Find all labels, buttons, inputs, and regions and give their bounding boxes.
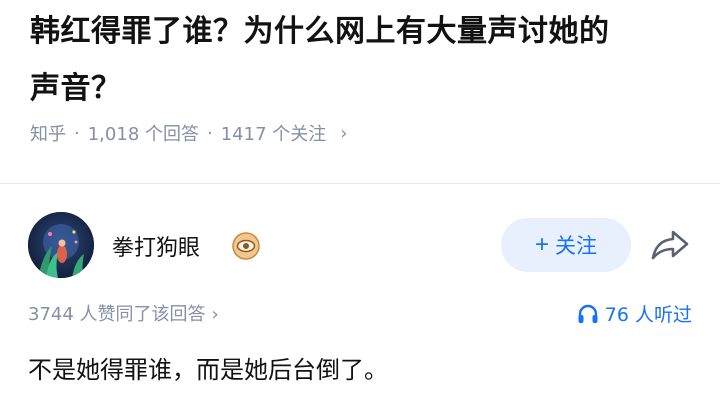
stats-row: 3744 人赞同了该回答 › 76 人听过 xyxy=(28,300,692,330)
plus-icon: + xyxy=(534,231,549,258)
question-title[interactable]: 韩红得罪了谁？为什么网上有大量声讨她的 声音？ xyxy=(30,4,700,116)
avatar-image xyxy=(28,212,94,278)
follow-button[interactable]: + 关注 xyxy=(501,218,631,272)
author-name[interactable]: 拳打狗眼 xyxy=(112,230,200,262)
source-label: 知乎 xyxy=(30,124,66,145)
answer-count: 1,018 个回答 xyxy=(87,124,199,145)
vote-count: 3744 人赞同了该回答 xyxy=(28,304,206,325)
listen-count-label: 76 人听过 xyxy=(604,304,692,326)
chevron-right-icon[interactable]: › xyxy=(340,123,347,144)
eye-badge-icon[interactable] xyxy=(231,231,261,261)
question-title-line1[interactable]: 韩红得罪了谁？为什么网上有大量声讨她的 xyxy=(30,4,700,59)
share-icon[interactable] xyxy=(649,226,691,262)
meta-separator: · xyxy=(207,122,213,144)
follower-count: 1417 个关注 xyxy=(220,124,327,145)
author-row: 拳打狗眼 + 关注 xyxy=(28,212,698,278)
question-meta[interactable]: 知乎 · 1,018 个回答 · 1417 个关注 › xyxy=(30,120,347,146)
listen-count[interactable]: 76 人听过 xyxy=(577,300,692,327)
divider xyxy=(0,183,720,184)
headphones-icon xyxy=(578,304,598,323)
question-title-line2[interactable]: 声音？ xyxy=(30,61,700,116)
meta-separator: · xyxy=(74,122,80,144)
follow-label: 关注 xyxy=(555,235,597,258)
avatar[interactable] xyxy=(28,212,94,278)
answer-excerpt[interactable]: 不是她得罪谁，而是她后台倒了。 xyxy=(28,350,388,385)
question-header: 韩红得罪了谁？为什么网上有大量声讨她的 声音？ xyxy=(30,0,700,116)
chevron-right-icon: › xyxy=(211,304,219,325)
vote-summary[interactable]: 3744 人赞同了该回答 › xyxy=(28,300,219,326)
